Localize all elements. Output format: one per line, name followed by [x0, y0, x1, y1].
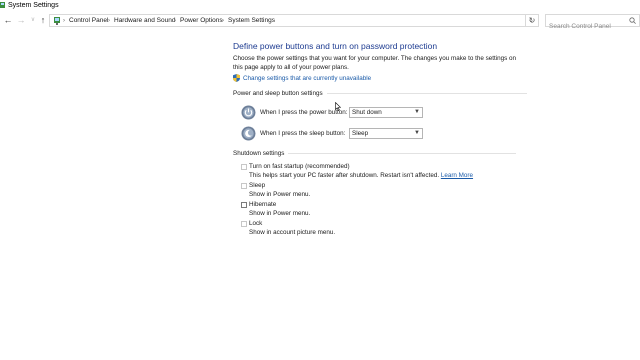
lock-checkbox[interactable]: [241, 221, 247, 227]
breadcrumb[interactable]: › Control Panel › Hardware and Sound › P…: [49, 14, 539, 27]
fast-startup-description: This helps start your PC faster after sh…: [249, 172, 473, 180]
refresh-icon[interactable]: ↻: [525, 14, 539, 27]
page-description: Choose the power settings that you want …: [233, 55, 517, 71]
control-panel-path-icon: [54, 17, 60, 25]
power-section-title: Power and sleep button settings: [233, 90, 323, 97]
back-arrow-icon[interactable]: ←: [3, 15, 13, 26]
uac-shield-icon: [233, 74, 240, 82]
sleep-button-icon: [241, 126, 256, 141]
search-box[interactable]: [545, 14, 640, 32]
shutdown-section-title: Shutdown settings: [233, 150, 285, 157]
fast-startup-checkbox[interactable]: [241, 164, 247, 170]
breadcrumb-hardware-and-sound[interactable]: Hardware and Sound: [114, 17, 175, 25]
mouse-cursor-icon: [335, 102, 341, 111]
shutdown-section-heading: Shutdown settings: [233, 150, 517, 157]
breadcrumb-separator: ›: [108, 18, 110, 24]
window-title: System Settings: [8, 2, 59, 9]
search-input[interactable]: [546, 21, 627, 32]
address-bar: ← → ∨ ↑ › Control Panel › Hardware and S…: [0, 12, 640, 32]
breadcrumb-power-options[interactable]: Power Options: [180, 17, 223, 25]
sleep-button-label: When I press the sleep button:: [260, 130, 346, 137]
recent-locations-chevron-icon[interactable]: ∨: [28, 15, 38, 26]
sleep-button-select-value: Sleep: [352, 130, 369, 137]
sleep-button-select[interactable]: Sleep ▼: [349, 128, 423, 139]
sleep-description: Show in Power menu.: [249, 191, 311, 198]
chevron-down-icon: ▼: [414, 130, 420, 136]
breadcrumb-system-settings[interactable]: System Settings: [228, 17, 275, 25]
breadcrumb-control-panel[interactable]: Control Panel: [69, 17, 108, 25]
hibernate-description: Show in Power menu.: [249, 210, 311, 217]
hibernate-label: Hibernate: [249, 201, 277, 208]
power-button-select-value: Shut down: [352, 109, 382, 116]
fast-startup-label: Turn on fast startup (recommended): [249, 163, 350, 170]
control-panel-icon: [0, 2, 5, 8]
page-title: Define power buttons and turn on passwor…: [233, 41, 438, 51]
lock-label: Lock: [249, 220, 263, 227]
breadcrumb-separator: ›: [63, 18, 65, 24]
change-settings-link-text[interactable]: Change settings that are currently unava…: [243, 75, 371, 82]
search-icon[interactable]: [629, 17, 636, 24]
sleep-checkbox[interactable]: [241, 183, 247, 189]
breadcrumb-separator: ›: [174, 18, 176, 24]
section-divider: [288, 152, 517, 154]
breadcrumb-separator: ›: [222, 18, 224, 24]
power-section-heading: Power and sleep button settings: [233, 90, 527, 97]
power-button-select[interactable]: Shut down ▼: [349, 107, 423, 118]
up-arrow-icon[interactable]: ↑: [38, 15, 48, 26]
title-bar: System Settings: [0, 0, 640, 11]
power-button-icon: [241, 105, 256, 120]
chevron-down-icon: ▼: [414, 109, 420, 115]
sleep-label: Sleep: [249, 182, 266, 189]
hibernate-checkbox[interactable]: [241, 202, 247, 208]
section-divider: [326, 92, 527, 94]
forward-arrow-icon[interactable]: →: [16, 15, 26, 26]
lock-description: Show in account picture menu.: [249, 229, 336, 236]
learn-more-link[interactable]: Learn More: [441, 172, 473, 179]
fast-startup-description-text: This helps start your PC faster after sh…: [249, 172, 440, 179]
